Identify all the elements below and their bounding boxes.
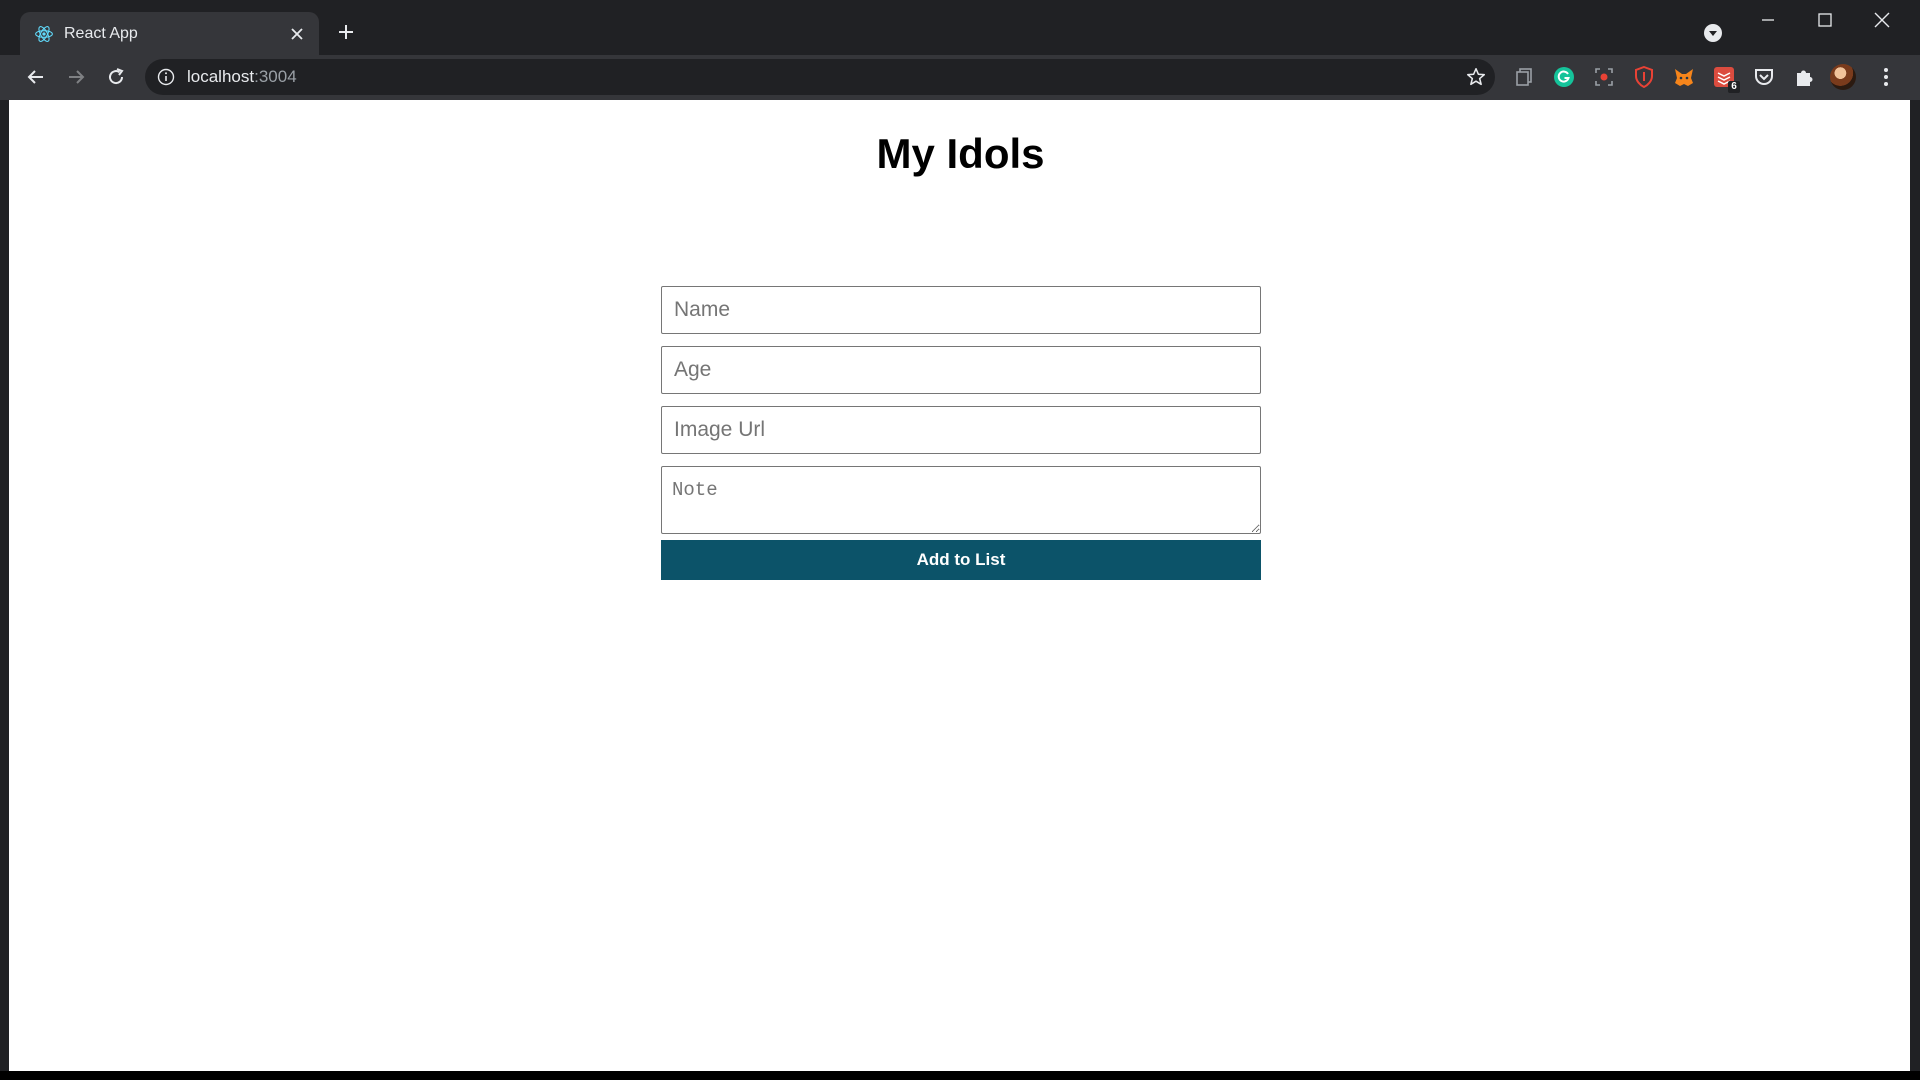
puzzle-icon[interactable] bbox=[1792, 65, 1816, 89]
files-icon[interactable] bbox=[1512, 65, 1536, 89]
metamask-icon[interactable] bbox=[1672, 65, 1696, 89]
bookmark-star-icon[interactable] bbox=[1465, 66, 1487, 88]
tab-search-icon[interactable] bbox=[1700, 20, 1726, 46]
pocket-icon[interactable] bbox=[1752, 65, 1776, 89]
image-url-input[interactable] bbox=[661, 406, 1261, 454]
url-host: localhost bbox=[187, 67, 255, 86]
url-text: localhost:3004 bbox=[187, 67, 297, 87]
tab-react-app[interactable]: React App bbox=[20, 12, 319, 55]
close-tab-icon[interactable] bbox=[285, 22, 309, 46]
page-title: My Idols bbox=[876, 130, 1045, 177]
react-icon bbox=[35, 26, 53, 42]
close-window-icon[interactable] bbox=[1854, 0, 1910, 40]
forward-icon[interactable] bbox=[58, 59, 94, 95]
note-textarea[interactable] bbox=[661, 466, 1261, 534]
address-bar[interactable]: localhost:3004 bbox=[145, 59, 1495, 95]
page-viewport: My Idols Add to List bbox=[9, 100, 1910, 1071]
grammarly-icon[interactable] bbox=[1552, 65, 1576, 89]
todoist-icon[interactable]: 6 bbox=[1712, 65, 1740, 93]
shield-icon[interactable] bbox=[1632, 65, 1656, 89]
browser-toolbar: localhost:3004 6 bbox=[0, 55, 1920, 100]
browser-window: React App localhost:3004 6 My Idols Name… bbox=[0, 0, 1920, 1080]
add-to-list-button[interactable]: Add to List bbox=[661, 540, 1261, 580]
back-icon[interactable] bbox=[18, 59, 54, 95]
more-menu-icon[interactable] bbox=[1874, 64, 1898, 90]
info-icon[interactable] bbox=[157, 68, 175, 86]
maximize-icon[interactable] bbox=[1797, 0, 1853, 40]
idol-form: Add to List bbox=[661, 286, 1261, 580]
window-bottom-edge bbox=[0, 1071, 1920, 1080]
new-tab-icon[interactable] bbox=[332, 18, 360, 46]
age-input[interactable] bbox=[661, 346, 1261, 394]
profile-avatar[interactable] bbox=[1830, 64, 1856, 90]
todoist-badge: 6 bbox=[1728, 81, 1740, 93]
url-port: :3004 bbox=[254, 67, 297, 86]
name-input[interactable] bbox=[661, 286, 1261, 334]
minimize-icon[interactable] bbox=[1740, 0, 1796, 40]
reload-icon[interactable] bbox=[98, 59, 134, 95]
screen-capture-icon[interactable] bbox=[1592, 65, 1616, 89]
tab-strip: React App bbox=[0, 0, 1920, 55]
tab-title: React App bbox=[64, 25, 138, 42]
